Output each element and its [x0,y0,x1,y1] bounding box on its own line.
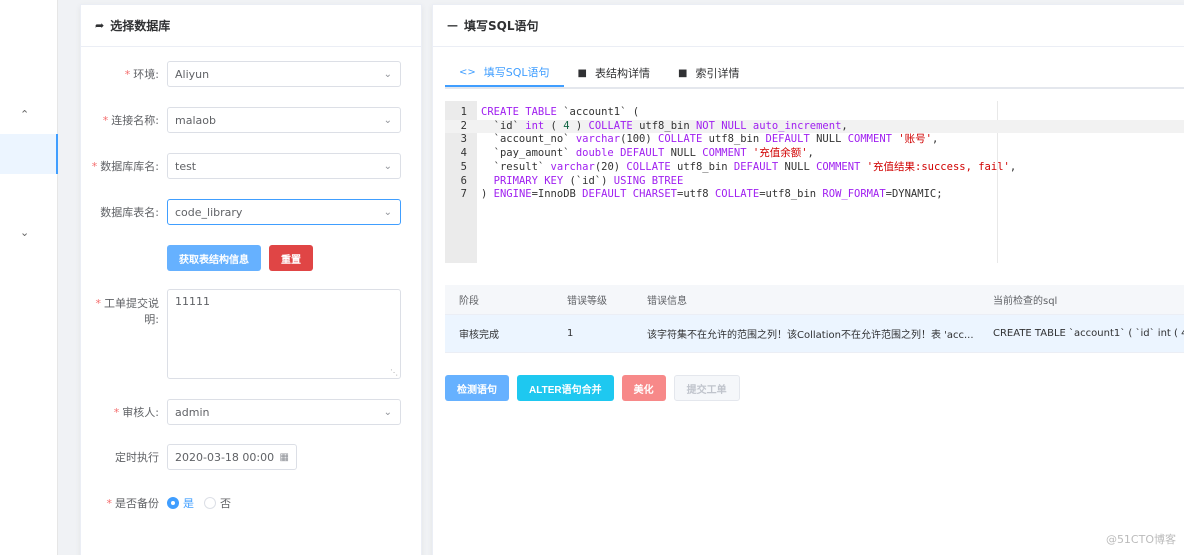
code-line: 1 CREATE TABLE `account1` ( [460,106,640,118]
reviewer-select[interactable]: admin ⌄ [167,399,401,425]
chevron-down-icon: ⌄ [383,406,392,418]
share-icon: ➦ [95,19,105,32]
resize-grip-icon[interactable]: ⋱ [390,368,398,377]
select-database-panel: ➦ 选择数据库 * 环境: Aliyun ⌄ * 连接名称: malaob ⌄ * 数据库… [80,4,422,555]
sql-panel: — 填写SQL语句 <> 填写SQL语句 ■ 表结构详情 ■ 索引详情 1 CRE… [432,4,1184,555]
beautify-button[interactable]: 美化 [621,375,666,401]
backup-row: * 是否备份 是 否 [106,495,231,511]
calendar-icon: ▦ [279,451,289,463]
db-select[interactable]: test ⌄ [167,153,401,179]
schedule-date-picker[interactable]: 2020-03-18 00:00 ▦ [167,444,297,470]
chevron-down-icon: ⌄ [383,206,392,218]
chevron-up-icon[interactable]: ⌃ [20,108,29,121]
tab-structure[interactable]: ■ 表结构详情 [564,59,664,87]
backup-yes-radio[interactable]: 是 [167,495,194,511]
fetch-structure-button[interactable]: 获取表结构信息 [167,245,261,271]
desc-label: 工单提交说明: [104,297,159,326]
tab-bar: <> 填写SQL语句 ■ 表结构详情 ■ 索引详情 [445,59,1184,89]
side-nav: ⌃ ⌄ [0,0,58,555]
table-row-field: 数据库表名: code_library ⌄ [81,199,423,225]
reset-button[interactable]: 重置 [269,245,313,271]
reviewer-label: 审核人: [122,406,159,419]
table-label: 数据库表名: [100,206,159,219]
table-header: 阶段 错误等级 错误信息 当前检查的sql [445,285,1184,315]
desc-row: * 工单提交说明: 11111 ⋱ [81,289,423,379]
backup-label: 是否备份 [115,497,159,510]
watermark: @51CTO博客 [1105,533,1176,546]
db-row: * 数据库库名: test ⌄ [81,153,423,179]
schedule-label: 定时执行 [115,451,159,464]
reviewer-row: * 审核人: admin ⌄ [81,399,423,425]
check-result-table: 阶段 错误等级 错误信息 当前检查的sql 审核完成 1 该字符集不在允许的范围… [445,285,1184,353]
desc-textarea[interactable]: 11111 ⋱ [167,289,401,379]
code-line: 3 `account_no` varchar(100) COLLATE utf8… [460,133,939,146]
tab-index[interactable]: ■ 索引详情 [664,59,753,87]
code-line: 5 `result` varchar(20) COLLATE utf8_bin … [460,160,1017,173]
panel-header: ➦ 选择数据库 [81,5,421,47]
folder-icon: ■ [678,67,688,79]
form-buttons: 获取表结构信息 重置 [81,245,423,271]
folder-icon: ■ [577,67,587,79]
conn-select[interactable]: malaob ⌄ [167,107,401,133]
env-row: * 环境: Aliyun ⌄ [81,61,423,87]
chevron-down-icon: ⌄ [383,68,392,80]
minus-icon: — [447,19,458,32]
code-line: 6 PRIMARY KEY (`id`) USING BTREE [460,174,684,187]
db-label: 数据库库名: [100,160,159,173]
conn-row: * 连接名称: malaob ⌄ [81,107,423,133]
table-row[interactable]: 审核完成 1 该字符集不在允许的范围之列！该Collation不在允许范围之列！… [445,315,1184,353]
code-line: 2 `id` int ( 4 ) COLLATE utf8_bin NOT NU… [445,119,1184,134]
backup-no-radio[interactable]: 否 [204,495,231,511]
env-label: 环境: [133,68,159,81]
env-select[interactable]: Aliyun ⌄ [167,61,401,87]
code-line: 4 `pay_amount` double DEFAULT NULL COMME… [460,147,814,160]
conn-label: 连接名称: [111,114,159,127]
panel-title: 填写SQL语句 [464,19,539,33]
sql-editor[interactable]: 1 CREATE TABLE `account1` ( 2 `id` int ( … [445,101,1184,263]
nav-active-item[interactable] [0,134,58,174]
submit-ticket-button: 提交工单 [673,375,740,401]
tab-sql[interactable]: <> 填写SQL语句 [445,59,564,87]
chevron-down-icon[interactable]: ⌄ [20,226,29,239]
action-buttons: 检测语句 ALTER语句合并 美化 提交工单 [445,375,740,401]
alter-merge-button[interactable]: ALTER语句合并 [517,375,614,401]
chevron-down-icon: ⌄ [383,114,392,126]
code-line: 7) ENGINE=InnoDB DEFAULT CHARSET=utf8 CO… [460,188,943,201]
check-sql-button[interactable]: 检测语句 [445,375,509,401]
panel-header: — 填写SQL语句 [433,5,1184,47]
schedule-row: 定时执行 2020-03-18 00:00 ▦ [81,444,423,470]
code-icon: <> [459,66,476,78]
table-select[interactable]: code_library ⌄ [167,199,401,225]
chevron-down-icon: ⌄ [383,160,392,172]
panel-title: 选择数据库 [110,19,171,33]
